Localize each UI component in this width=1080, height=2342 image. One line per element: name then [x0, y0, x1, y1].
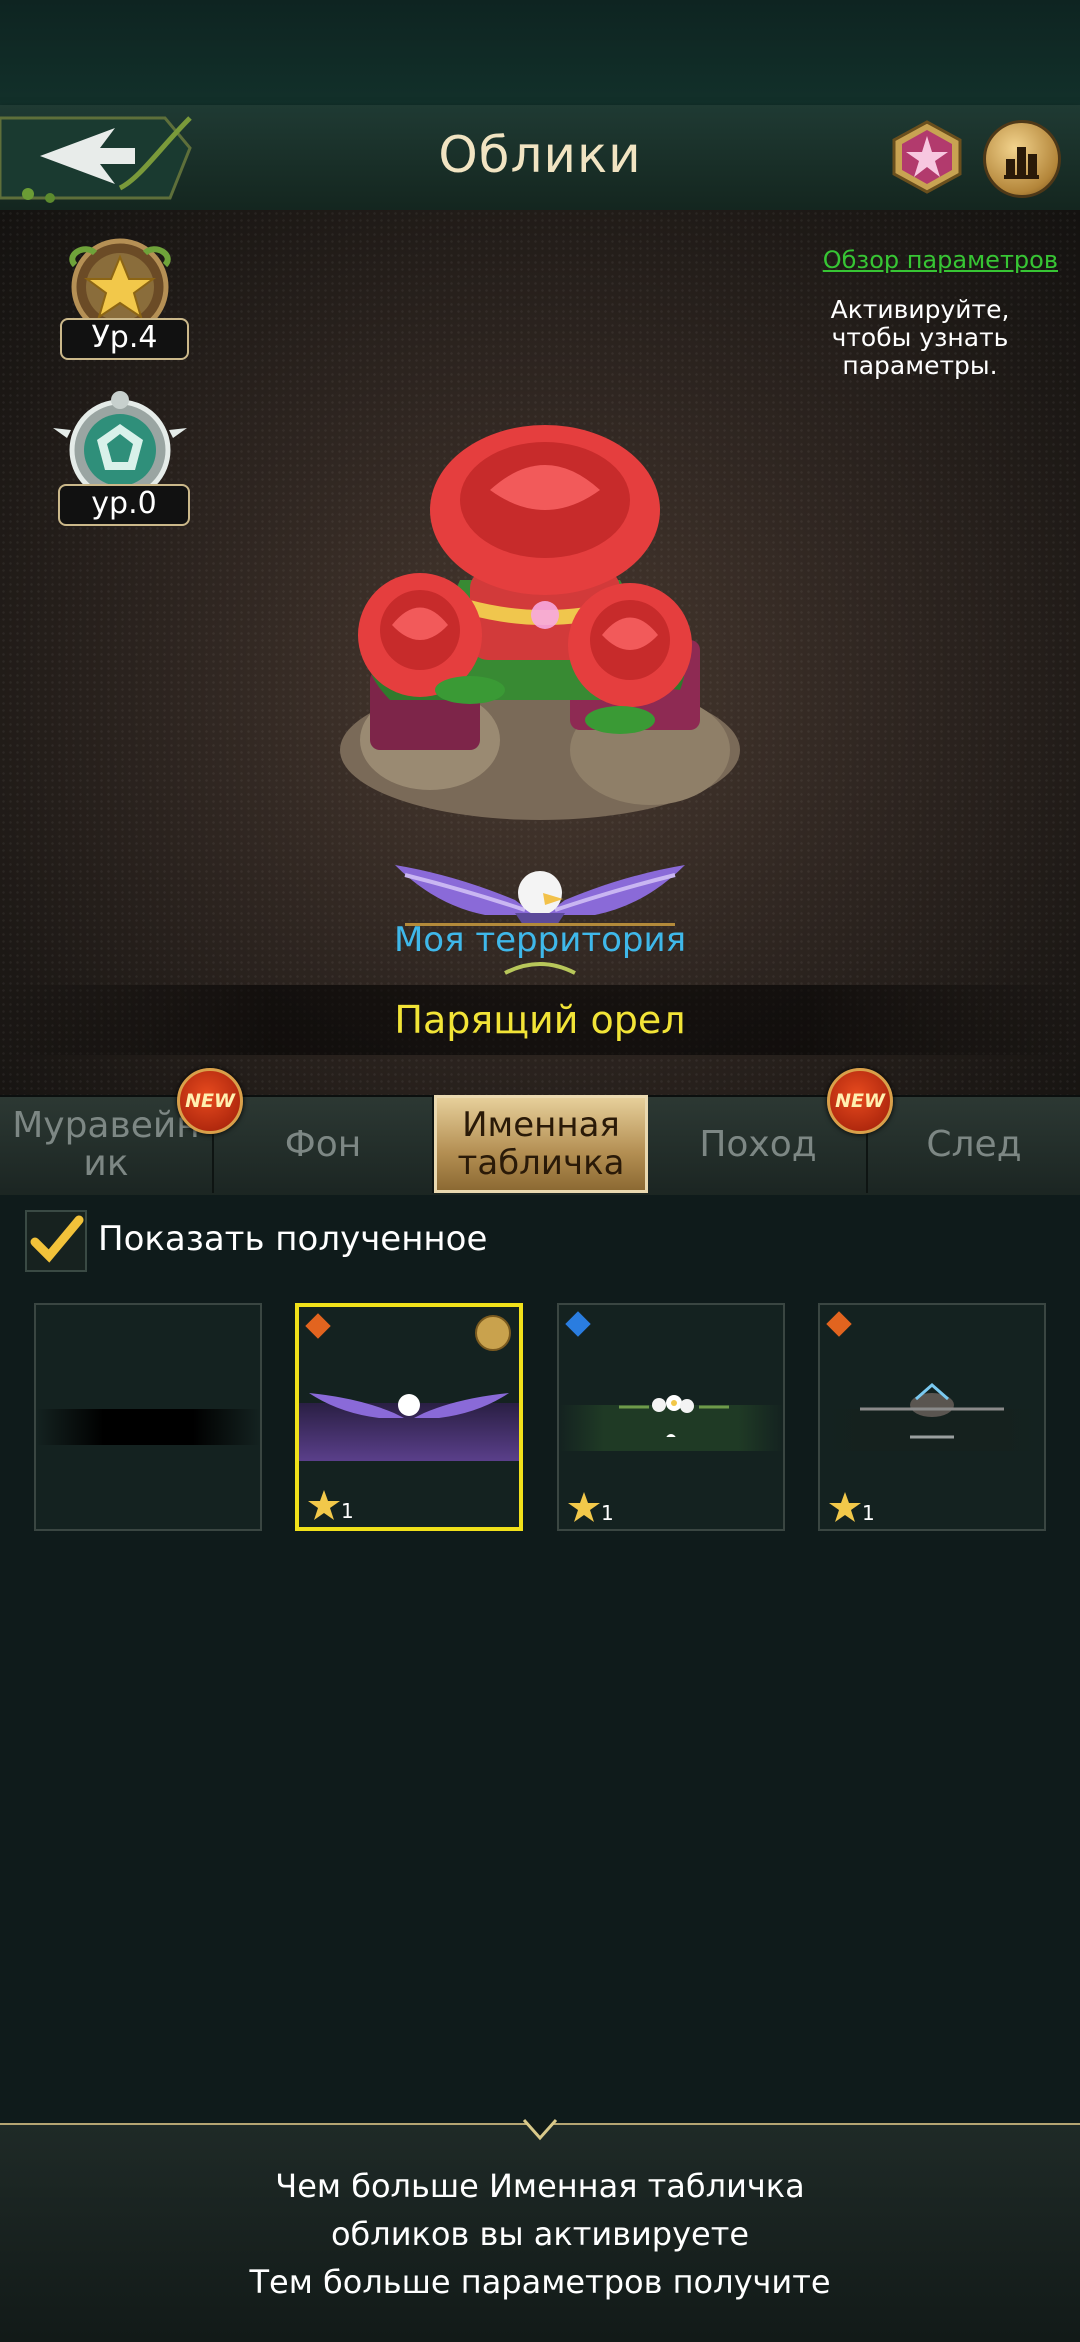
show-obtained-checkbox[interactable]	[25, 1210, 87, 1272]
show-obtained-label: Показать полученное	[98, 1219, 488, 1259]
tab-background-label: Фон	[284, 1124, 362, 1165]
tab-anthill-label: Муравейник	[12, 1105, 200, 1184]
top-strip	[0, 0, 1080, 105]
nameplate-card[interactable]: 1	[295, 1303, 523, 1531]
skin-name: Парящий орел	[394, 998, 686, 1042]
ranking-icon	[1004, 147, 1039, 179]
card-star-count: 1	[862, 1501, 875, 1525]
card-star-count: 1	[601, 1501, 614, 1525]
plain-nameplate-image	[36, 1409, 260, 1445]
flower-nameplate-thumb	[559, 1395, 783, 1451]
flowers-icon	[619, 1395, 729, 1437]
beetle-icon	[860, 1383, 1004, 1439]
params-overview-link[interactable]: Обзор параметров	[780, 246, 1058, 280]
params-hint-text: Активируйте, чтобы узнать параметры.	[830, 295, 1010, 380]
nameplate-text: Моя территория	[393, 920, 687, 960]
rarity-gem-icon	[826, 1311, 852, 1337]
tab-nameplate[interactable]: Именная табличка	[434, 1095, 648, 1193]
checkmark-icon	[30, 1215, 84, 1263]
new-badge: NEW	[827, 1068, 893, 1134]
beetle-nameplate-thumb	[820, 1383, 1044, 1451]
rarity-gem-icon	[305, 1313, 331, 1339]
card-star-count: 1	[341, 1499, 354, 1523]
star-icon	[308, 1490, 340, 1520]
skin-gem-icon[interactable]	[890, 120, 964, 194]
ranking-button[interactable]	[983, 120, 1061, 198]
footer-line-2: обликов вы активируете	[330, 2215, 750, 2253]
tab-trail[interactable]: След	[868, 1097, 1080, 1193]
ant-level-label: ур.0	[58, 484, 190, 526]
tab-background[interactable]: Фон	[214, 1097, 434, 1193]
new-badge: NEW	[177, 1068, 243, 1134]
tab-nameplate-label: Именная табличка	[457, 1105, 625, 1183]
rose-building-image	[340, 425, 740, 820]
nameplate-card[interactable]: 1	[818, 1303, 1046, 1531]
eagle-nameplate-thumb	[299, 1393, 519, 1461]
nameplate-card[interactable]	[34, 1303, 262, 1531]
tab-march-label: Поход	[699, 1124, 817, 1165]
footer-line-1: Чем больше Именная табличка	[275, 2167, 805, 2205]
tab-trail-label: След	[926, 1124, 1022, 1165]
rarity-gem-icon	[565, 1311, 591, 1337]
equipped-badge-icon	[475, 1315, 511, 1351]
eagle-icon	[309, 1393, 509, 1418]
footer-line-3: Тем больше параметров получите	[249, 2263, 831, 2301]
nameplate-card[interactable]: 1	[557, 1303, 785, 1531]
star-icon	[829, 1492, 861, 1522]
star-level-label: Ур.4	[60, 318, 189, 360]
star-icon	[568, 1492, 600, 1522]
expand-arrow-icon[interactable]	[522, 2118, 558, 2142]
